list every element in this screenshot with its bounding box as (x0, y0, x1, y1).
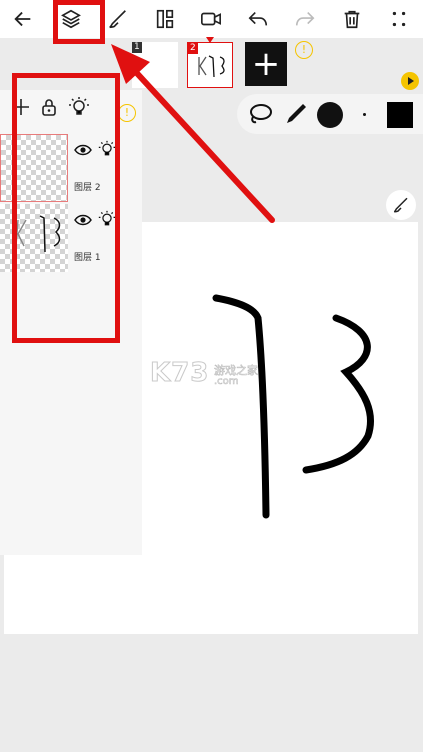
annotation-arrow (111, 44, 275, 223)
